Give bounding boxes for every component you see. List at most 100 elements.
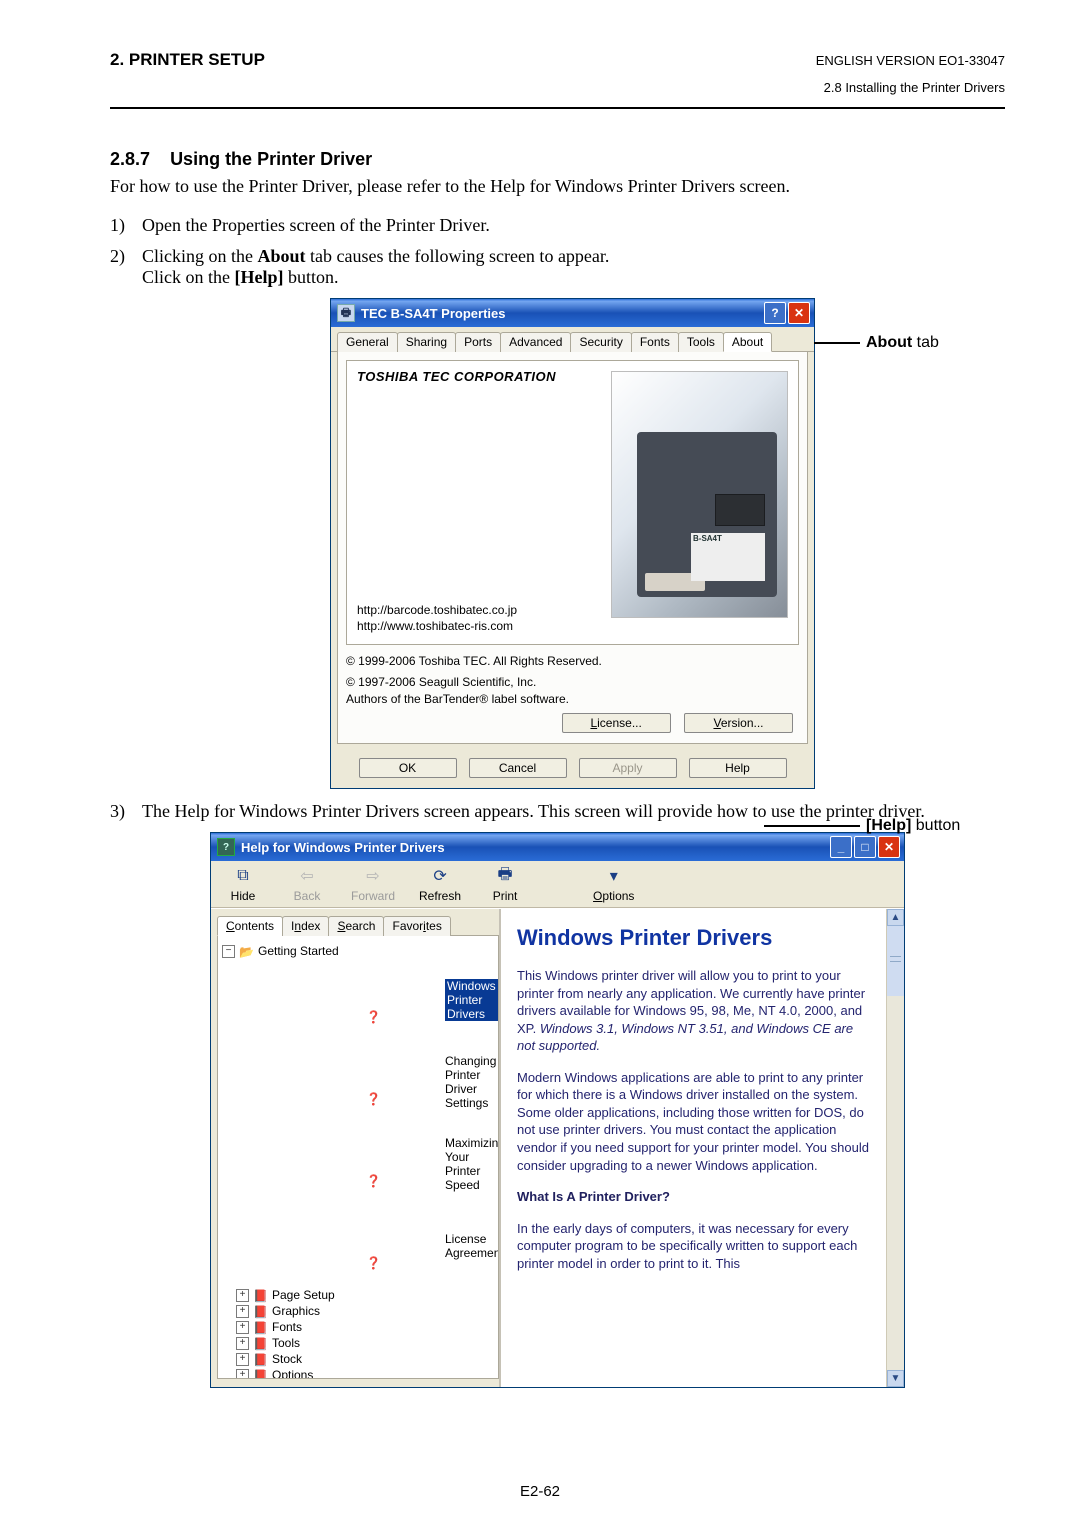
help-titlebar[interactable]: ? Help for Windows Printer Drivers _ □ ✕ (211, 833, 904, 861)
open-book-icon: 📂 (239, 945, 254, 958)
nav-tab-favorites[interactable]: FavoritesFavorites (383, 916, 450, 936)
section-name: Using the Printer Driver (170, 149, 372, 169)
help-page-icon: ❓ (256, 1206, 441, 1286)
toolbar-hide[interactable]: ⧉ Hide (223, 865, 263, 903)
close-icon[interactable]: ✕ (788, 302, 810, 324)
callout-line-help (764, 825, 860, 827)
vendor-url-2: http://www.toshibatec-ris.com (357, 618, 517, 634)
step-2-num: 2) (110, 246, 142, 288)
content-heading: Windows Printer Drivers (517, 923, 870, 953)
content-p1: This Windows printer driver will allow y… (517, 967, 870, 1055)
step-2b-pre: Click on the (142, 267, 235, 287)
tab-advanced[interactable]: Advanced (500, 332, 571, 352)
intro-text: For how to use the Printer Driver, pleas… (110, 176, 1005, 197)
help-nav-panel: ContentsContents IndexIndex SearchSearch… (211, 909, 501, 1387)
app-icon: 🖶 (337, 304, 355, 322)
tab-fonts[interactable]: Fonts (631, 332, 679, 352)
help-page-icon: ❓ (256, 1042, 441, 1122)
titlebar-help-icon[interactable]: ? (764, 302, 786, 324)
contents-tree[interactable]: − 📂 Getting Started ❓ Windows Printer Dr… (217, 935, 499, 1379)
toolbar-back: ⇦ Back (287, 865, 327, 903)
close-icon[interactable]: ✕ (878, 836, 900, 858)
tree-changing[interactable]: ❓ Changing Printer Driver Settings (256, 1042, 494, 1122)
print-icon: 🖶 (492, 865, 518, 887)
step-1-num: 1) (110, 215, 142, 236)
nav-tab-contents[interactable]: ContentsContents (217, 916, 283, 936)
properties-dialog: 🖶 TEC B-SA4T Properties ? ✕ General Shar… (330, 298, 815, 789)
help-page-icon: ❓ (256, 960, 441, 1040)
content-subhead: What Is A Printer Driver? (517, 1188, 870, 1206)
vendor-url-1: http://barcode.toshibatec.co.jp (357, 602, 517, 618)
scroll-up-icon[interactable]: ▲ (887, 909, 904, 926)
section-title: 2.8.7 Using the Printer Driver (110, 149, 1005, 170)
step-1-text: Open the Properties screen of the Printe… (142, 215, 490, 236)
help-page-icon: ❓ (256, 1124, 441, 1204)
closed-book-icon: 📕 (253, 1321, 268, 1334)
step-2b-bold: [Help] (235, 267, 284, 287)
help-app-icon: ? (217, 838, 235, 856)
closed-book-icon: 📕 (253, 1369, 268, 1380)
toolbar-forward: ⇨ Forward (351, 865, 395, 903)
tree-graphics[interactable]: +📕 Graphics (236, 1304, 494, 1318)
section-number: 2.8.7 (110, 149, 150, 169)
nav-tab-search[interactable]: SearchSearch (328, 916, 384, 936)
scroll-thumb[interactable] (887, 926, 904, 996)
window-title: TEC B-SA4T Properties (361, 306, 764, 321)
tree-license[interactable]: ❓ License Agreement (256, 1206, 494, 1286)
header-rule (110, 107, 1005, 109)
tab-ports[interactable]: Ports (455, 332, 501, 352)
properties-dialog-wrapper: 🖶 TEC B-SA4T Properties ? ✕ General Shar… (330, 298, 815, 789)
tree-tools[interactable]: +📕 Tools (236, 1336, 494, 1350)
tab-about[interactable]: About (723, 332, 772, 352)
back-icon: ⇦ (294, 865, 320, 887)
printer-label: B-SA4T (691, 533, 765, 581)
tab-security[interactable]: Security (570, 332, 631, 352)
tree-wpd[interactable]: ❓ Windows Printer Drivers (256, 960, 494, 1040)
step-3-text: The Help for Windows Printer Drivers scr… (142, 801, 925, 822)
about-panel-inner: TOSHIBA TEC CORPORATION B-SA4T http://ba… (346, 360, 799, 645)
step-2: 2) Clicking on the About tab causes the … (110, 246, 1005, 288)
step-2b-post: button. (284, 267, 339, 287)
tab-sharing[interactable]: Sharing (397, 332, 456, 352)
tree-stock[interactable]: +📕 Stock (236, 1352, 494, 1366)
tree-page-setup[interactable]: +📕 Page Setup (236, 1288, 494, 1302)
header-section: 2. PRINTER SETUP (110, 50, 265, 70)
copyright-1: © 1999-2006 Toshiba TEC. All Rights Rese… (346, 653, 799, 670)
content-p3: In the early days of computers, it was n… (517, 1220, 870, 1273)
hide-icon: ⧉ (230, 865, 256, 887)
scroll-down-icon[interactable]: ▼ (887, 1370, 904, 1387)
license-button[interactable]: LLicense...icense... (562, 713, 671, 733)
toolbar-print[interactable]: 🖶 Print (485, 865, 525, 903)
step-2-bold: About (258, 246, 306, 266)
ok-button[interactable]: OK (359, 758, 457, 778)
toolbar-options[interactable]: ▾ OptionsOptions (593, 865, 634, 903)
help-window: ? Help for Windows Printer Drivers _ □ ✕… (210, 832, 905, 1388)
closed-book-icon: 📕 (253, 1289, 268, 1302)
header-version: ENGLISH VERSION EO1-33047 (816, 53, 1005, 68)
titlebar[interactable]: 🖶 TEC B-SA4T Properties ? ✕ (331, 299, 814, 327)
tree-maximizing[interactable]: ❓ Maximizing Your Printer Speed (256, 1124, 494, 1204)
step-2-pre: Clicking on the (142, 246, 258, 266)
tree-fonts[interactable]: +📕 Fonts (236, 1320, 494, 1334)
nav-tab-index[interactable]: IndexIndex (282, 916, 329, 936)
copyright-2: © 1997-2006 Seagull Scientific, Inc. (346, 675, 536, 689)
help-window-title: Help for Windows Printer Drivers (241, 840, 830, 855)
content-p2: Modern Windows applications are able to … (517, 1069, 870, 1174)
version-button[interactable]: VVersion...ersion... (684, 713, 793, 733)
vertical-scrollbar[interactable]: ▲ ▼ (886, 909, 904, 1387)
maximize-icon[interactable]: □ (854, 836, 876, 858)
callout-line-about (814, 342, 860, 344)
toolbar-refresh[interactable]: ⟳ Refresh (419, 865, 461, 903)
tree-options[interactable]: +📕 Options (236, 1368, 494, 1379)
cancel-button[interactable]: Cancel (469, 758, 567, 778)
closed-book-icon: 📕 (253, 1353, 268, 1366)
refresh-icon: ⟳ (427, 865, 453, 887)
tab-tools[interactable]: Tools (678, 332, 724, 352)
tab-general[interactable]: General (337, 332, 398, 352)
help-button[interactable]: Help (689, 758, 787, 778)
callout-help-button: [Help] button (866, 817, 960, 835)
apply-button: Apply (579, 758, 677, 778)
tree-getting-started[interactable]: − 📂 Getting Started (222, 944, 494, 958)
step-1: 1) Open the Properties screen of the Pri… (110, 215, 1005, 236)
minimize-icon[interactable]: _ (830, 836, 852, 858)
